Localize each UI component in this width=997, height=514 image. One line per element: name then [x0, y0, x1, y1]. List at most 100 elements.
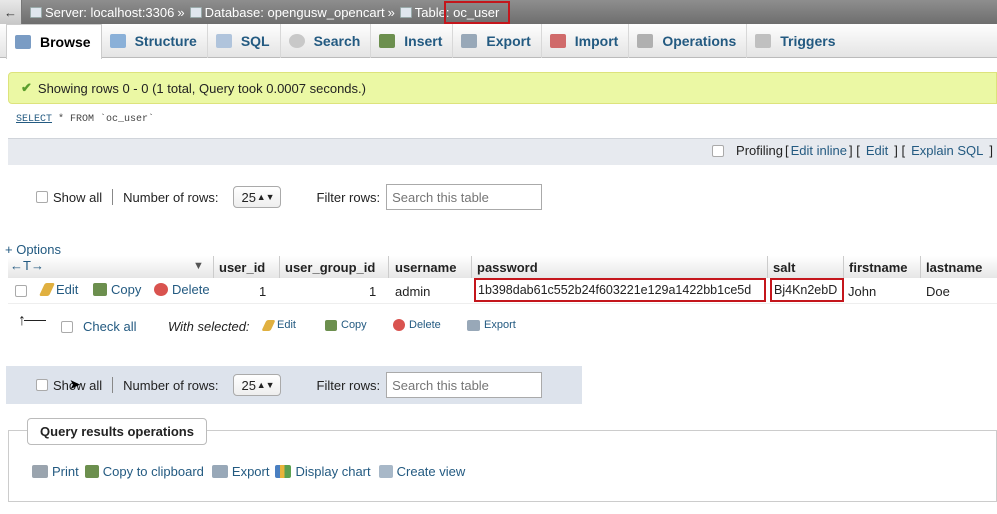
- triggers-icon: [755, 33, 772, 48]
- num-rows-select[interactable]: 25 ▲▼: [232, 374, 281, 396]
- row-delete-label: Delete: [172, 282, 210, 297]
- wrench-icon: [637, 33, 654, 48]
- column-header-user-id[interactable]: user_id: [219, 260, 265, 275]
- cell-lastname: Doe: [926, 284, 950, 299]
- success-text: Showing rows 0 - 0 (1 total, Query took …: [37, 80, 366, 96]
- row-checkbox[interactable]: [15, 285, 27, 297]
- column-separator: [213, 256, 214, 278]
- column-separator: [843, 256, 844, 278]
- num-rows-label: Number of rows:: [123, 189, 219, 205]
- filter-rows-input[interactable]: [386, 184, 543, 210]
- tab-label: Insert: [404, 32, 443, 49]
- bulk-copy-action[interactable]: Copy: [325, 319, 367, 331]
- bracket: ]: [989, 143, 993, 158]
- column-header-lastname[interactable]: lastname: [926, 260, 982, 275]
- edit-inline-link[interactable]: Edit inline: [791, 143, 847, 158]
- tab-sql[interactable]: SQL: [208, 23, 281, 58]
- show-all-checkbox[interactable]: [36, 379, 48, 391]
- copy-to-clipboard-action[interactable]: Copy to clipboard: [84, 464, 204, 479]
- sql-query: SELECT * FROM `oc_user`: [16, 114, 154, 125]
- tab-label: Structure: [134, 32, 197, 49]
- export-icon: [467, 319, 480, 331]
- sql-rest: * FROM `oc_user`: [52, 114, 155, 125]
- server-icon: [30, 6, 42, 18]
- column-header-username[interactable]: username: [395, 260, 456, 275]
- tab-label: Browse: [40, 33, 91, 50]
- cell-user-group-id: 1: [369, 284, 377, 299]
- column-resize-arrows[interactable]: ←T→: [10, 258, 44, 273]
- display-chart-action[interactable]: Display chart: [275, 464, 371, 479]
- tab-browse[interactable]: Browse: [6, 23, 102, 59]
- copy-icon: [84, 465, 99, 478]
- column-header-user-group-id[interactable]: user_group_id: [285, 260, 375, 275]
- pencil-icon: [38, 283, 56, 296]
- with-selected-label: With selected:: [168, 319, 250, 334]
- show-all-label[interactable]: Show all: [53, 190, 102, 205]
- num-rows-select[interactable]: 25 ▲▼: [232, 186, 281, 208]
- row-delete-action[interactable]: Delete: [154, 282, 210, 297]
- bulk-export-action[interactable]: Export: [467, 319, 516, 331]
- print-label: Print: [52, 464, 79, 479]
- mouse-cursor-icon: ➤: [69, 376, 81, 392]
- breadcrumb-server[interactable]: Server: localhost:3306: [45, 5, 174, 20]
- breadcrumb-table-prefix[interactable]: Table: [415, 5, 446, 20]
- import-icon: [549, 33, 566, 48]
- tab-search[interactable]: Search: [281, 23, 372, 58]
- profiling-links: Profiling [ Edit inline ] [ Edit ] [ Exp…: [712, 143, 993, 158]
- row-edit-label: Edit: [56, 282, 79, 297]
- sort-dropdown-icon[interactable]: ▼: [193, 260, 204, 272]
- options-link[interactable]: + Options: [5, 242, 61, 257]
- check-all-label[interactable]: Check all: [83, 319, 136, 334]
- breadcrumb-database[interactable]: Database: opengusw_opencart: [205, 5, 385, 20]
- bulk-export-label: Export: [484, 319, 516, 331]
- export-action[interactable]: Export: [211, 464, 269, 479]
- print-icon: [32, 465, 48, 478]
- tab-label: Import: [574, 32, 619, 49]
- export-icon: [461, 33, 478, 48]
- tab-insert[interactable]: Insert: [371, 23, 454, 58]
- create-view-action[interactable]: Create view: [378, 464, 466, 479]
- profiling-checkbox[interactable]: [712, 144, 725, 157]
- tab-triggers[interactable]: Triggers: [747, 24, 845, 58]
- database-icon: [189, 6, 202, 18]
- sql-keyword[interactable]: SELECT: [16, 114, 52, 125]
- tab-label: Operations: [662, 32, 737, 49]
- column-header-salt[interactable]: salt: [773, 260, 795, 275]
- display-chart-label: Display chart: [295, 464, 371, 479]
- divider: [112, 189, 114, 205]
- tab-label: Export: [486, 32, 531, 49]
- print-action[interactable]: Print: [32, 464, 79, 479]
- tab-operations[interactable]: Operations: [629, 23, 748, 58]
- create-view-label: Create view: [396, 464, 466, 479]
- check-all-arrow-icon: ↑: [18, 312, 46, 330]
- tab-structure[interactable]: Structure: [102, 23, 208, 58]
- column-header-password[interactable]: password: [477, 260, 538, 275]
- bulk-edit-action[interactable]: Edit: [261, 319, 296, 331]
- cell-firstname: John: [848, 284, 877, 299]
- tab-import[interactable]: Import: [542, 23, 630, 58]
- filter-rows-input[interactable]: [386, 372, 543, 398]
- column-separator: [471, 256, 472, 278]
- explain-sql-link[interactable]: Explain SQL: [911, 143, 983, 158]
- column-header-firstname[interactable]: firstname: [849, 260, 908, 275]
- edit-link[interactable]: Edit: [866, 143, 888, 158]
- back-arrow-icon[interactable]: ←: [0, 0, 22, 24]
- tab-export[interactable]: Export: [453, 23, 542, 58]
- breadcrumb-table[interactable]: : oc_user: [443, 0, 511, 24]
- row-copy-action[interactable]: Copy: [93, 282, 141, 297]
- cell-password: 1b398dab61c552b24f603221e129a1422bb1ce5d: [474, 278, 766, 302]
- search-icon: [288, 33, 305, 48]
- table-icon: [399, 6, 412, 18]
- bulk-delete-action[interactable]: Delete: [393, 319, 441, 331]
- show-all-checkbox[interactable]: [36, 191, 48, 203]
- checkmark-icon: ✔: [21, 80, 32, 95]
- breadcrumb-bar: ← Server: localhost:3306 » Database: ope…: [0, 0, 997, 24]
- query-ops-links: Print Copy to clipboard Export Display c…: [32, 464, 465, 479]
- check-all-checkbox[interactable]: [61, 321, 73, 333]
- chevron-updown-icon: ▲▼: [256, 192, 275, 202]
- bulk-edit-label: Edit: [277, 319, 296, 331]
- insert-icon: [379, 33, 396, 48]
- row-copy-label: Copy: [111, 282, 142, 297]
- delete-icon: [154, 283, 168, 296]
- row-edit-action[interactable]: Edit: [38, 282, 79, 297]
